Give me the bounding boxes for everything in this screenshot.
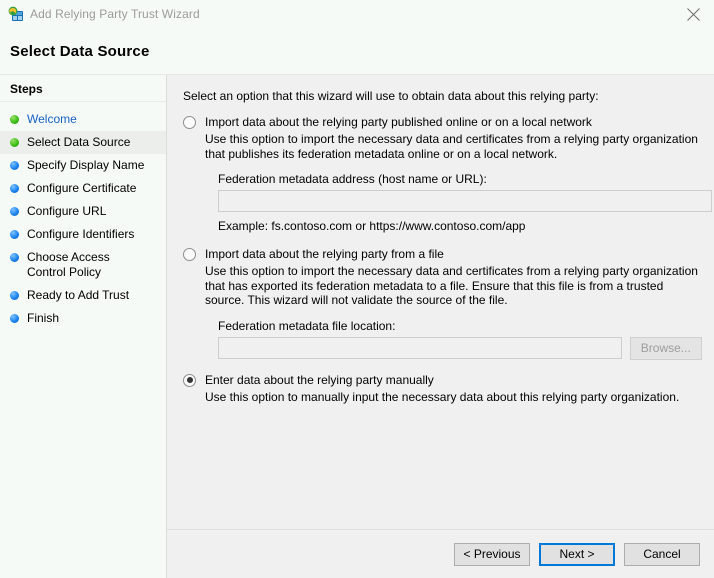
step-status-bullet-icon: [10, 230, 19, 239]
sidebar-item-label: Choose Access Control Policy: [27, 250, 145, 280]
content-panel: Select an option that this wizard will u…: [167, 75, 714, 578]
option-enter-manually: Enter data about the relying party manua…: [183, 373, 702, 405]
radio-import-online[interactable]: [183, 116, 196, 129]
title-bar: Add Relying Party Trust Wizard: [0, 0, 714, 28]
page-header: Select Data Source: [0, 28, 714, 74]
window-title: Add Relying Party Trust Wizard: [30, 7, 200, 21]
sidebar-item-configure-identifiers[interactable]: Configure Identifiers: [0, 223, 166, 246]
sidebar-item-label: Ready to Add Trust: [27, 288, 129, 303]
previous-button[interactable]: < Previous: [454, 543, 530, 566]
instruction-text: Select an option that this wizard will u…: [183, 89, 702, 103]
option-import-online-row[interactable]: Import data about the relying party publ…: [183, 115, 702, 129]
step-status-bullet-icon: [10, 207, 19, 216]
sidebar-item-specify-display-name[interactable]: Specify Display Name: [0, 154, 166, 177]
federation-metadata-file-label: Federation metadata file location:: [218, 319, 702, 333]
option-import-online-label: Import data about the relying party publ…: [205, 115, 592, 129]
option-import-file-row[interactable]: Import data about the relying party from…: [183, 247, 702, 261]
step-status-bullet-icon: [10, 253, 19, 262]
steps-heading: Steps: [0, 82, 166, 102]
sidebar-item-select-data-source[interactable]: Select Data Source: [0, 131, 166, 154]
option-import-file-label: Import data about the relying party from…: [205, 247, 444, 261]
sidebar-item-configure-url[interactable]: Configure URL: [0, 200, 166, 223]
federation-metadata-file-row: Browse...: [218, 337, 702, 360]
close-icon[interactable]: [672, 0, 714, 28]
sidebar-item-label: Configure URL: [27, 204, 106, 219]
steps-sidebar: Steps Welcome Select Data Source Specify…: [0, 75, 167, 578]
option-enter-manually-description: Use this option to manually input the ne…: [205, 390, 702, 405]
federation-metadata-address-label: Federation metadata address (host name o…: [218, 172, 702, 186]
step-status-bullet-icon: [10, 314, 19, 323]
window-body: Steps Welcome Select Data Source Specify…: [0, 74, 714, 578]
step-status-bullet-icon: [10, 115, 19, 124]
sidebar-item-welcome[interactable]: Welcome: [0, 108, 166, 131]
wizard-window: Add Relying Party Trust Wizard Select Da…: [0, 0, 714, 578]
sidebar-item-label: Configure Identifiers: [27, 227, 134, 242]
option-enter-manually-row[interactable]: Enter data about the relying party manua…: [183, 373, 702, 387]
federation-metadata-address-block: Federation metadata address (host name o…: [218, 172, 702, 233]
step-status-bullet-icon: [10, 161, 19, 170]
step-status-bullet-icon: [10, 291, 19, 300]
option-import-file-description: Use this option to import the necessary …: [205, 264, 702, 308]
option-import-online: Import data about the relying party publ…: [183, 115, 702, 233]
sidebar-item-finish[interactable]: Finish: [0, 307, 166, 330]
sidebar-item-configure-certificate[interactable]: Configure Certificate: [0, 177, 166, 200]
next-button[interactable]: Next >: [539, 543, 615, 566]
option-import-file: Import data about the relying party from…: [183, 247, 702, 360]
sidebar-item-label: Welcome: [27, 112, 77, 127]
radio-import-file[interactable]: [183, 248, 196, 261]
page-title: Select Data Source: [10, 43, 150, 60]
federation-metadata-address-example: Example: fs.contoso.com or https://www.c…: [218, 219, 702, 233]
federation-metadata-file-block: Federation metadata file location: Brows…: [218, 319, 702, 360]
sidebar-item-label: Finish: [27, 311, 59, 326]
relying-party-trust-icon: [8, 6, 24, 22]
option-enter-manually-label: Enter data about the relying party manua…: [205, 373, 434, 387]
federation-metadata-file-input[interactable]: [218, 337, 622, 359]
sidebar-item-label: Specify Display Name: [27, 158, 144, 173]
browse-button[interactable]: Browse...: [630, 337, 702, 360]
step-status-bullet-icon: [10, 138, 19, 147]
sidebar-item-choose-access-control-policy[interactable]: Choose Access Control Policy: [0, 246, 166, 284]
option-import-online-description: Use this option to import the necessary …: [205, 132, 702, 161]
sidebar-item-label: Select Data Source: [27, 135, 130, 150]
federation-metadata-address-input[interactable]: [218, 190, 712, 212]
wizard-footer: < Previous Next > Cancel: [167, 529, 714, 578]
content-body: Select an option that this wizard will u…: [167, 75, 714, 529]
cancel-button[interactable]: Cancel: [624, 543, 700, 566]
radio-enter-manually[interactable]: [183, 374, 196, 387]
sidebar-item-ready-to-add-trust[interactable]: Ready to Add Trust: [0, 284, 166, 307]
sidebar-item-label: Configure Certificate: [27, 181, 136, 196]
step-status-bullet-icon: [10, 184, 19, 193]
